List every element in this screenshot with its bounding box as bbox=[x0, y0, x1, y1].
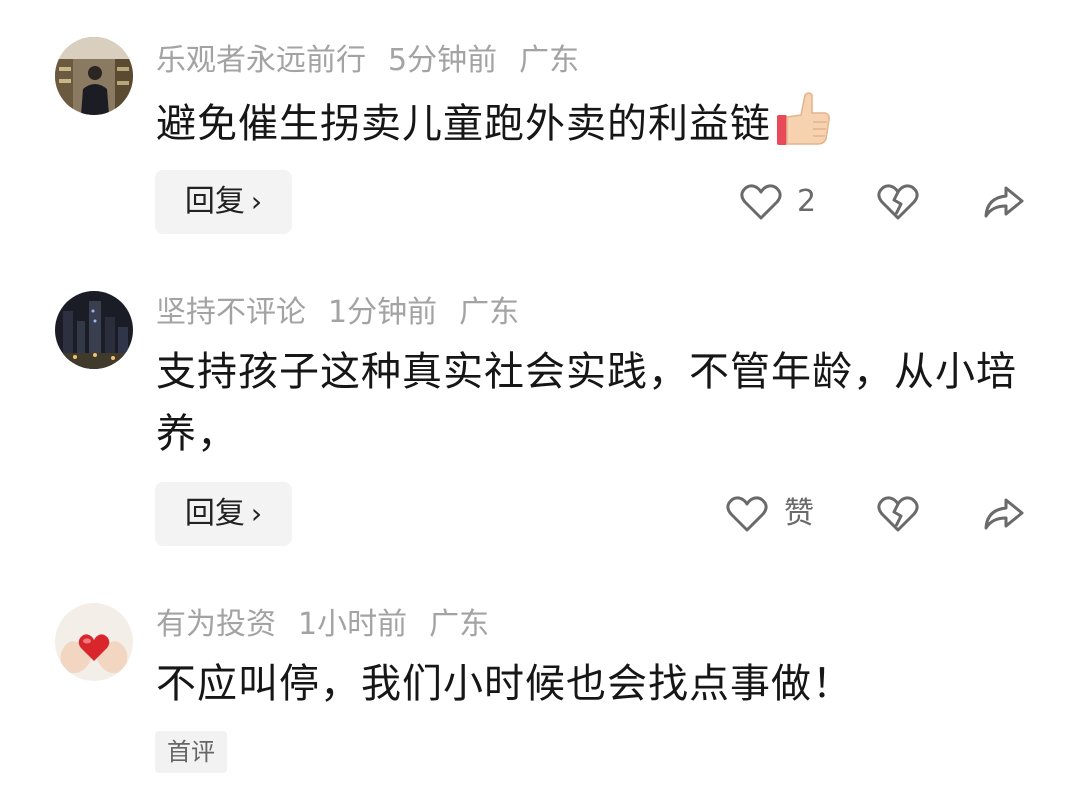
thumbs-up-icon bbox=[777, 92, 830, 145]
comment-text: 避免催生拐卖儿童跑外卖的利益链 bbox=[156, 89, 1026, 155]
timestamp: 1分钟前 bbox=[328, 295, 438, 330]
location: 广东 bbox=[429, 607, 490, 642]
comment-text-content: 避免催生拐卖儿童跑外卖的利益链 bbox=[156, 101, 771, 147]
timestamp: 1小时前 bbox=[298, 607, 408, 642]
share-icon[interactable] bbox=[982, 182, 1024, 222]
comment-text: 支持孩子这种真实社会实践，不管年龄，从小培养， bbox=[156, 349, 1017, 457]
like-count: 2 bbox=[797, 184, 817, 219]
username[interactable]: 坚持不评论 bbox=[156, 295, 306, 330]
comment-meta: 乐观者永远前行 5分钟前 广东 bbox=[156, 41, 601, 81]
share-icon[interactable] bbox=[982, 494, 1024, 534]
chevron-right-icon: › bbox=[250, 185, 263, 218]
comment-meta: 有为投资 1小时前 广东 bbox=[156, 605, 511, 645]
reply-label: 回复 bbox=[184, 496, 245, 531]
avatar[interactable] bbox=[55, 291, 133, 369]
timestamp: 5分钟前 bbox=[388, 43, 498, 78]
username[interactable]: 有为投资 bbox=[156, 607, 276, 642]
reply-button[interactable]: 回复 › bbox=[155, 482, 292, 546]
location: 广东 bbox=[519, 43, 580, 78]
comment-meta: 坚持不评论 1分钟前 广东 bbox=[156, 293, 541, 333]
comment-text: 不应叫停，我们小时候也会找点事做！ bbox=[156, 661, 853, 707]
avatar-image-store bbox=[55, 37, 133, 115]
location: 广东 bbox=[459, 295, 520, 330]
avatar[interactable] bbox=[55, 603, 133, 681]
heart-icon[interactable] bbox=[726, 494, 768, 534]
username[interactable]: 乐观者永远前行 bbox=[156, 43, 366, 78]
heart-icon[interactable] bbox=[740, 182, 782, 222]
avatar-image-heart bbox=[55, 603, 133, 681]
like-label: 赞 bbox=[784, 496, 814, 531]
broken-heart-icon[interactable] bbox=[877, 182, 919, 222]
reply-button[interactable]: 回复 › bbox=[155, 170, 292, 234]
broken-heart-icon[interactable] bbox=[877, 494, 919, 534]
first-comment-badge: 首评 bbox=[155, 731, 227, 773]
reply-label: 回复 bbox=[184, 184, 245, 219]
avatar[interactable] bbox=[55, 37, 133, 115]
chevron-right-icon: › bbox=[250, 497, 263, 530]
avatar-image-city bbox=[55, 291, 133, 369]
